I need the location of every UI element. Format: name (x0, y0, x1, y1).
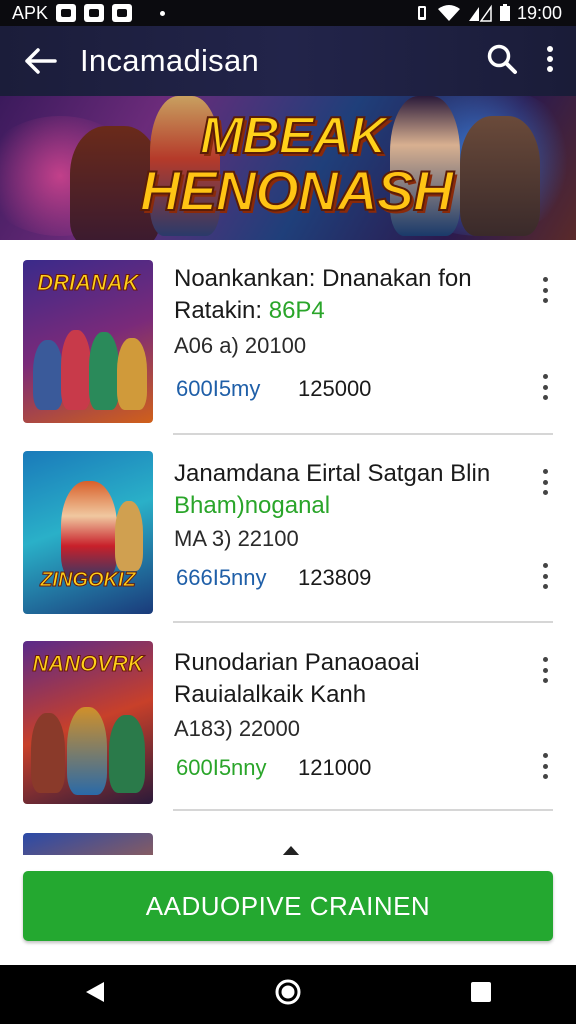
search-button[interactable] (486, 43, 518, 80)
game-thumbnail[interactable]: ZINGOKIZ (23, 451, 153, 614)
thumbnail-character (61, 481, 117, 581)
item-secondary-menu-button[interactable] (536, 374, 554, 400)
game-thumbnail[interactable] (23, 833, 153, 855)
game-thumbnail[interactable]: DRIANAK (23, 260, 153, 423)
thumbnail-character (117, 338, 147, 410)
page-title: Incamadisan (80, 43, 260, 78)
battery-icon (499, 4, 510, 21)
item-price: 600I5nny (176, 755, 267, 780)
item-menu-button[interactable] (536, 277, 554, 303)
item-subtitle-accent: 86P4 (268, 297, 325, 324)
item-meta: MA 3) 22100 (174, 526, 299, 551)
status-app-label: APK (12, 2, 49, 23)
nav-recents-button[interactable] (470, 981, 492, 1008)
featured-banner[interactable]: MBEAK HENONASH (0, 96, 576, 240)
thumbnail-title: NANOVRK (32, 651, 144, 677)
item-title: Janamdana Eirtal Satgan Blin (174, 460, 491, 487)
notification-mail-icon (56, 4, 77, 22)
primary-action-button[interactable]: AADUOPIVE CRAINEN (23, 871, 553, 941)
status-bar: APK 19:00 (0, 0, 576, 26)
item-title: Runodarian Panaoaoai (174, 649, 420, 676)
scroll-up-indicator-icon (282, 846, 300, 855)
banner-title-line1: MBEAK (199, 106, 388, 166)
banner-title-line2: HENONASH (139, 158, 454, 223)
item-price: 600I5my (176, 376, 261, 401)
thumbnail-character (89, 332, 119, 410)
item-price: 666I5nny (176, 565, 267, 590)
item-subtitle-prefix: Rauialalkaik Kanh (174, 681, 367, 708)
overflow-menu-button[interactable] (546, 45, 554, 78)
thumbnail-title: DRIANAK (37, 270, 139, 296)
search-icon (487, 44, 517, 74)
thumbnail-character (115, 501, 143, 571)
notification-download-icon (112, 4, 133, 22)
circle-home-icon (275, 979, 301, 1005)
notification-dot-icon (160, 10, 166, 16)
notification-eye-icon (84, 4, 105, 22)
list-item[interactable]: NANOVRK Runodarian Panaoaoai Rauialalkai… (0, 621, 576, 811)
item-meta: A183) 22000 (174, 716, 300, 741)
item-title: Noankankan: Dnanakan fon (174, 265, 472, 292)
item-count: 125000 (298, 376, 372, 401)
app-bar: Incamadisan (0, 26, 576, 96)
signal-icon (468, 4, 492, 22)
square-recents-icon (471, 982, 491, 1002)
system-nav-bar (0, 965, 576, 1024)
wifi-icon (437, 5, 460, 21)
game-thumbnail[interactable]: NANOVRK (23, 641, 153, 804)
item-menu-button[interactable] (536, 657, 554, 683)
item-subtitle: Bham)noganal (174, 492, 330, 520)
item-subtitle-accent: Bham)noganal (174, 492, 331, 519)
nav-home-button[interactable] (274, 978, 302, 1011)
item-divider (173, 809, 553, 811)
back-button[interactable] (0, 47, 80, 75)
list-item[interactable]: ZINGOKIZ Janamdana Eirtal Satgan Blin Bh… (0, 431, 576, 623)
list-item[interactable]: DRIANAK Noankankan: Dnanakan fon Ratakin… (0, 240, 576, 435)
item-secondary-menu-button[interactable] (536, 753, 554, 779)
item-count: 123809 (298, 565, 372, 590)
triangle-back-icon (86, 982, 104, 1002)
item-subtitle: Ratakin: 86P4 (174, 297, 325, 325)
item-secondary-menu-button[interactable] (536, 563, 554, 589)
thumbnail-character (33, 340, 63, 410)
thumbnail-title: ZINGOKIZ (40, 569, 137, 592)
item-menu-button[interactable] (536, 469, 554, 495)
vibrate-icon (417, 6, 426, 20)
more-vert-icon (547, 45, 553, 72)
item-subtitle-prefix: Ratakin: (174, 297, 269, 324)
thumbnail-character (67, 707, 107, 795)
status-time: 19:00 (516, 2, 562, 23)
list-item[interactable] (0, 813, 576, 855)
thumbnail-character (31, 713, 65, 793)
nav-back-button[interactable] (84, 980, 106, 1009)
item-meta: A06 a) 20100 (174, 333, 307, 358)
thumbnail-character (61, 330, 91, 410)
banner-creature-right (460, 116, 540, 236)
thumbnail-character (109, 715, 145, 793)
arrow-left-icon (25, 48, 57, 74)
item-subtitle: Rauialalkaik Kanh (174, 681, 366, 709)
item-count: 121000 (298, 755, 372, 780)
game-list: DRIANAK Noankankan: Dnanakan fon Ratakin… (0, 240, 576, 855)
